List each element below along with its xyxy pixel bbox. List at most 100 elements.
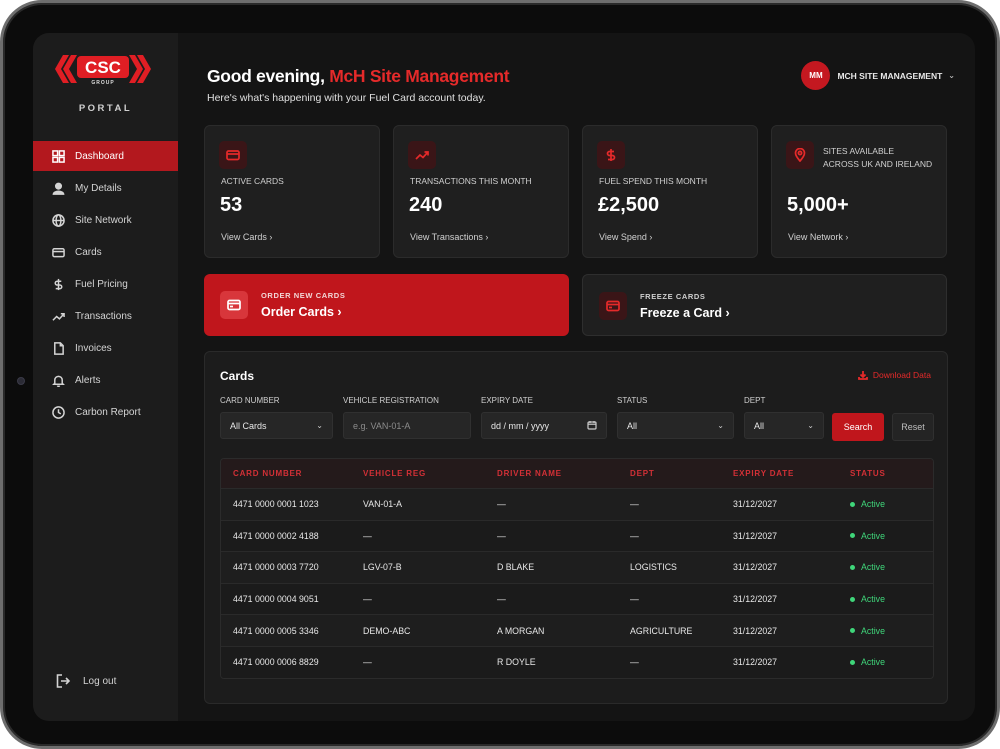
card-icon [599,292,627,320]
trend-icon [51,309,65,323]
view-spend-link[interactable]: View Spend › [599,232,652,242]
filter-status: STATUS All ⌄ [617,396,734,439]
table-cell: — [630,594,639,605]
download-data-label: Download Data [872,370,931,380]
page-subtitle: Here's what's happening with your Fuel C… [207,92,486,104]
column-header[interactable]: CARD NUMBER [221,469,363,478]
stat-label: ACTIVE CARDS [221,176,284,186]
status-badge: Active [850,562,930,572]
table-cell: 31/12/2027 [733,594,778,605]
csc-logo[interactable]: CSC GROUP [53,51,153,87]
sidebar: CSC GROUP PORTAL Dashboard My Details Si… [33,33,178,721]
status-text: Active [861,562,885,573]
status-text: Active [861,530,885,541]
sidebar-item-label: Dashboard [75,150,124,162]
status-badge: Active [850,531,930,541]
sidebar-item-dashboard[interactable]: Dashboard [33,141,178,171]
status-dot-icon [850,596,855,602]
status-badge: Active [850,657,930,667]
stat-value: 240 [409,194,443,216]
status-dot-icon [850,659,855,665]
document-icon [51,341,65,355]
table-row[interactable]: 4471 0000 0002 4188 — — — 31/12/2027 Active [221,519,933,552]
card-icon [219,141,247,169]
calendar-icon[interactable] [587,420,597,432]
table-row[interactable]: 4471 0000 0003 7720 LGV-07-B D BLAKE LOGIST… [221,551,933,583]
table-row[interactable]: 4471 0000 0004 9051 — — — 31/12/2027 Active [221,582,933,615]
view-cards-link[interactable]: View Cards › [221,232,272,242]
main-content: Good evening, McH Site Management Here's… [178,33,975,721]
download-icon [857,371,868,380]
view-network-link[interactable]: View Network › [788,232,848,242]
sidebar-item-alerts[interactable]: Alerts [33,365,178,395]
view-transactions-link[interactable]: View Transactions › [410,232,488,242]
table-cell: DEMO-ABC [363,625,411,636]
sidebar-item-transactions[interactable]: Transactions [33,301,178,331]
sidebar-item-site-network[interactable]: Site Network [33,205,178,235]
freeze-cards-title: Freeze a Card › [640,306,730,320]
table-cell: — [497,594,506,605]
stat-label: FUEL SPEND THIS MONTH [599,176,708,186]
cards-table: CARD NUMBER VEHICLE REG DRIVER NAME DEPT… [220,458,934,679]
order-cards-title: Order Cards › [261,305,342,319]
dept-select[interactable]: All ⌄ [744,412,824,439]
clock-icon [51,405,65,419]
chevron-down-icon: ⌄ [807,421,814,430]
table-cell: A MORGAN [497,625,545,636]
sidebar-item-label: My Details [75,182,122,194]
map-pin-icon [786,141,814,169]
table-cell: — [363,657,372,668]
column-header[interactable]: VEHICLE REG [363,469,497,478]
table-cell: 31/12/2027 [733,657,778,668]
column-header[interactable]: DEPT [630,469,733,478]
user-name: MCH SITE MANAGEMENT [837,70,943,81]
sidebar-item-fuel-pricing[interactable]: Fuel Pricing [33,269,178,299]
status-badge: Active [850,499,930,509]
user-icon [51,181,65,195]
stat-card-active-cards: ACTIVE CARDS 53 View Cards › [204,125,380,258]
search-button[interactable]: Search [832,413,884,441]
card-number-select[interactable]: All Cards ⌄ [220,412,333,439]
logout-button[interactable]: Log out [55,673,116,689]
stat-value: £2,500 [598,194,660,216]
tablet-frame: CSC GROUP PORTAL Dashboard My Details Si… [0,0,1000,749]
table-cell: 4471 0000 0006 8829 [233,657,319,668]
status-text: Active [861,499,885,510]
download-data-button[interactable]: Download Data [857,370,931,380]
freeze-card-button[interactable]: FREEZE CARDS Freeze a Card › [582,274,947,336]
reset-button[interactable]: Reset [892,413,934,441]
filter-label: CARD NUMBER [220,396,280,405]
sidebar-item-my-details[interactable]: My Details [33,173,178,203]
status-dot-icon [850,533,855,539]
cards-panel: Cards Download Data CARD NUMBER All Card… [204,351,948,704]
table-cell: — [630,657,639,668]
filter-card-number: CARD NUMBER All Cards ⌄ [220,396,333,439]
table-header: CARD NUMBER VEHICLE REG DRIVER NAME DEPT… [221,459,933,488]
sidebar-item-label: Invoices [75,342,112,354]
greeting-name: McH Site Management [329,66,510,86]
table-row[interactable]: 4471 0000 0005 3346 DEMO-ABC A MORGAN AGRIC… [221,614,933,646]
filter-label: DEPT [744,396,766,405]
vehicle-reg-input[interactable]: e.g. VAN-01-A [343,412,471,439]
sidebar-item-invoices[interactable]: Invoices [33,333,178,363]
user-menu[interactable]: MM MCH SITE MANAGEMENT ⌄ [801,61,955,90]
expiry-date-input[interactable]: dd / mm / yyyy [481,412,607,439]
order-cards-button[interactable]: ORDER NEW CARDS Order Cards › [204,274,569,336]
column-header[interactable]: STATUS [850,469,930,478]
dollar-icon [51,277,65,291]
column-header[interactable]: EXPIRY DATE [733,469,850,478]
sidebar-item-carbon-report[interactable]: Carbon Report [33,397,178,427]
filter-expiry-date: EXPIRY DATE dd / mm / yyyy [481,396,607,439]
column-header[interactable]: DRIVER NAME [497,469,630,478]
stat-value: 53 [220,194,243,216]
status-badge: Active [850,594,930,604]
table-row[interactable]: 4471 0000 0001 1023 VAN-01-A — — 31/12/2027 A… [221,488,933,520]
sidebar-item-cards[interactable]: Cards [33,237,178,267]
table-cell: 4471 0000 0001 1023 [233,499,319,510]
sidebar-item-label: Fuel Pricing [75,278,128,290]
stats-row: ACTIVE CARDS 53 View Cards › TRANSACTION… [204,125,947,258]
table-cell: D BLAKE [497,562,535,573]
status-select[interactable]: All ⌄ [617,412,734,439]
date-placeholder: dd / mm / yyyy [491,420,550,431]
table-row[interactable]: 4471 0000 0006 8829 — R DOYLE — 31/12/2027 Ac… [221,645,933,678]
